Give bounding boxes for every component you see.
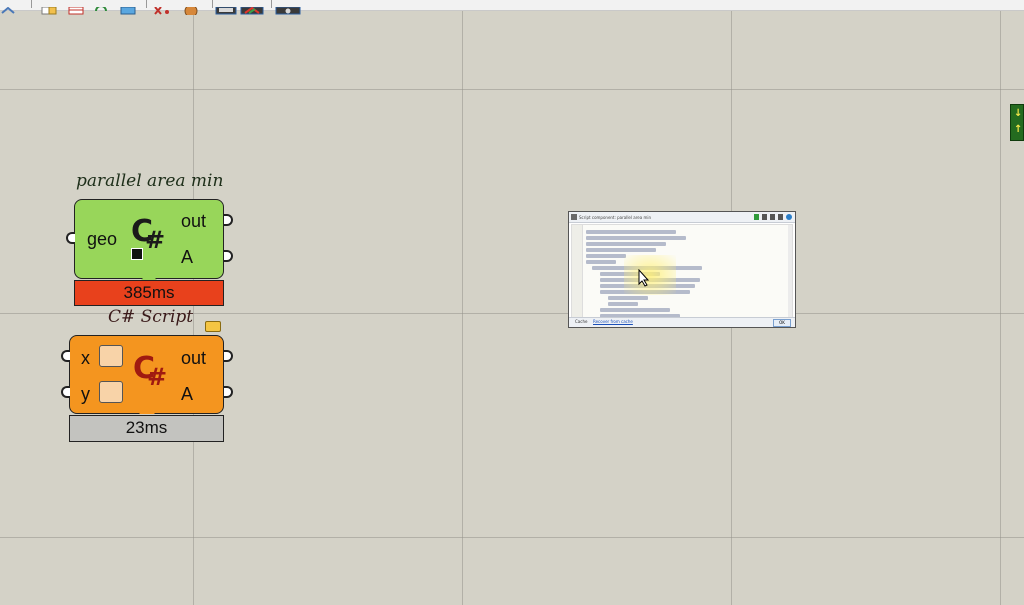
toolbar-separator [31, 0, 32, 8]
code-line [586, 260, 616, 264]
timer-badge: 23ms [69, 415, 224, 442]
timer-badge: 385ms [74, 280, 224, 306]
code-line [586, 230, 676, 234]
preview-badge-icon [131, 248, 143, 260]
ok-button[interactable]: OK [773, 319, 791, 327]
component-title: parallel area min [76, 171, 224, 191]
input-port-x[interactable]: x [81, 348, 90, 368]
output-port-a[interactable]: A [181, 247, 193, 267]
input-port-geo[interactable]: geo [87, 229, 117, 249]
scroll-toggle-widget[interactable]: ↓ ↑ [1010, 104, 1024, 141]
input-port-y[interactable]: y [81, 384, 90, 404]
recover-link[interactable]: Recover from cache [593, 319, 633, 325]
camera-icon[interactable] [275, 0, 301, 15]
code-line [586, 254, 626, 258]
input-y-box[interactable] [99, 381, 123, 403]
cookie-icon[interactable] [180, 0, 202, 18]
blue-panel-icon[interactable] [215, 0, 237, 15]
run-icon[interactable] [754, 214, 759, 220]
down-arrow-icon[interactable]: ↓ [1014, 109, 1022, 119]
output-port-a[interactable]: A [181, 384, 193, 404]
arrow-icon[interactable] [0, 0, 16, 14]
input-grip[interactable] [61, 386, 70, 398]
cache-tab[interactable]: Cache [575, 319, 587, 325]
mouse-cursor-icon [638, 268, 650, 291]
timer-notch [141, 272, 157, 280]
blue-box-icon[interactable] [120, 0, 136, 15]
toolbar-separator [212, 0, 213, 8]
app-icon [571, 214, 577, 220]
editor-scrollbar[interactable] [788, 225, 792, 318]
csharp-script-component[interactable]: x y out A C # [69, 335, 224, 414]
red-green-icon[interactable] [240, 0, 264, 15]
code-line [608, 296, 648, 300]
code-line [586, 242, 666, 246]
document-icon[interactable] [40, 0, 58, 15]
script-editor-window[interactable]: Script component: parallel area min Cach… [568, 211, 796, 328]
code-area[interactable] [571, 224, 793, 319]
component-title: C# Script [108, 307, 194, 327]
cursor-highlight [624, 255, 676, 295]
input-grip[interactable] [61, 350, 70, 362]
toolbar-icon[interactable] [770, 214, 775, 220]
parallel-area-component[interactable]: geo out A C # [74, 199, 224, 279]
code-line [586, 236, 686, 240]
code-line [608, 302, 638, 306]
red-x-icon[interactable] [153, 0, 171, 15]
output-port-out[interactable]: out [181, 348, 206, 368]
editor-footer: Cache Recover from cache OK [569, 317, 795, 327]
code-line [586, 248, 656, 252]
toolbar-icon[interactable] [762, 214, 767, 220]
csharp-logo-icon: C # [133, 351, 168, 391]
up-arrow-icon[interactable]: ↑ [1014, 125, 1022, 135]
settings-icon[interactable] [786, 214, 792, 220]
input-grip[interactable] [66, 232, 75, 244]
table-icon[interactable] [68, 0, 84, 15]
timer-notch [139, 406, 155, 414]
toolbar-separator [271, 0, 272, 8]
message-flag-icon[interactable] [205, 321, 221, 332]
toolbar-separator [146, 0, 147, 8]
output-port-out[interactable]: out [181, 211, 206, 231]
input-x-box[interactable] [99, 345, 123, 367]
toolbar-icon[interactable] [778, 214, 783, 220]
refresh-icon[interactable] [93, 0, 109, 12]
code-line [600, 308, 670, 312]
toolbar [0, 0, 1024, 18]
line-gutter [572, 225, 583, 318]
